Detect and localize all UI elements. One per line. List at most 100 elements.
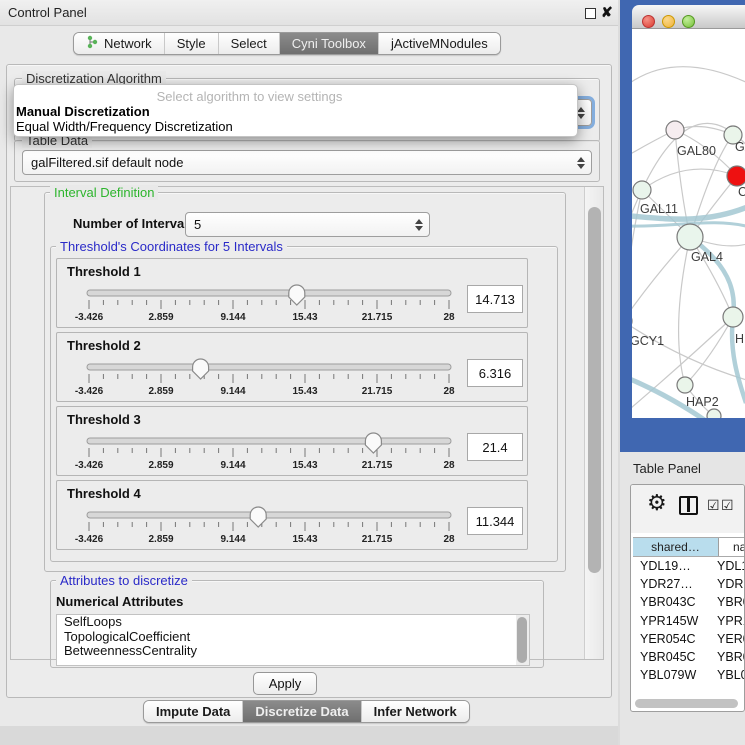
network-node[interactable] [677,224,703,250]
cell-shared-name[interactable]: YER054C [633,632,709,646]
network-node[interactable] [727,166,745,186]
table-row[interactable]: YDL19…YDL1 [633,557,745,575]
slider-tick-label: 9.144 [220,386,245,397]
cell-name[interactable]: YBR0 [709,650,745,664]
tab-infer-network[interactable]: Infer Network [362,701,469,722]
network-edge[interactable] [642,169,737,190]
close-icon[interactable]: ✘ [601,4,613,21]
gear-icon[interactable]: ⚙ [647,490,667,516]
threshold-slider[interactable]: -3.4262.8599.14415.4321.71528 [69,505,469,547]
table-row[interactable]: YBR045CYBR0 [633,648,745,666]
combo-arrows-icon [577,100,585,125]
attribute-list-item[interactable]: SelfLoops [57,615,529,630]
slider-thumb[interactable] [365,433,381,453]
network-node[interactable] [707,409,721,418]
cell-shared-name[interactable]: YPR145W [633,614,709,628]
threshold-label: Threshold 4 [67,486,141,501]
threshold-slider[interactable]: -3.4262.8599.14415.4321.71528 [69,357,469,399]
tab-impute-data[interactable]: Impute Data [144,701,243,722]
column-header-name[interactable]: na [719,538,745,556]
threshold-value-field[interactable]: 21.4 [467,433,523,461]
table-data-value: galFiltered.sif default node [31,155,183,170]
maximize-traffic-icon[interactable] [682,15,695,28]
network-node-label: H [735,332,744,346]
threshold-slider[interactable]: -3.4262.8599.14415.4321.71528 [69,431,469,473]
network-window-titlebar[interactable] [632,5,745,29]
column-header-shared-name[interactable]: shared… [633,538,719,556]
tab-select[interactable]: Select [219,33,280,54]
cell-shared-name[interactable]: YDL19… [633,559,709,573]
slider-tick-label: -3.426 [75,312,104,323]
cell-name[interactable]: YER0 [709,632,745,646]
slider-tick-label: 21.715 [362,386,393,397]
table-row[interactable]: YDR27…YDR2 [633,575,745,593]
threshold-value-field[interactable]: 14.713 [467,285,523,313]
checkbox-icon[interactable]: ☑ [721,497,734,514]
main-scrollbar-thumb[interactable] [588,207,601,573]
slider-tick-label: 2.859 [148,312,173,323]
numerical-attributes-label: Numerical Attributes [56,594,183,609]
network-edge[interactable] [679,237,690,385]
close-traffic-icon[interactable] [642,15,655,28]
table-toolbar: ⚙ ☑ ☑ [631,485,744,533]
cell-name[interactable]: YDR2 [709,577,745,591]
apply-button[interactable]: Apply [253,672,317,695]
minimize-traffic-icon[interactable] [662,15,675,28]
num-intervals-combobox[interactable]: 5 [185,212,430,237]
network-edge[interactable] [685,317,733,385]
tab-discretize-data[interactable]: Discretize Data [243,701,361,722]
network-node[interactable] [666,121,684,139]
network-node[interactable] [677,377,693,393]
cell-name[interactable]: YDL1 [709,559,745,573]
table-row[interactable]: YPR145WYPR1 [633,612,745,630]
main-vertical-scrollbar[interactable] [584,187,603,659]
table-row[interactable]: YER054CYER0 [633,630,745,648]
tab-cyni-toolbox[interactable]: Cyni Toolbox [280,33,379,54]
dropdown-option[interactable]: Equal Width/Frequency Discretization [14,119,577,134]
table-row[interactable]: YBL079WYBL0 [633,666,745,682]
cell-name[interactable]: YPR1 [709,614,745,628]
threshold-value-field[interactable]: 6.316 [467,359,523,387]
slider-tick-label: -3.426 [75,460,104,471]
attributes-scrollbar-thumb[interactable] [517,617,527,663]
tab-label: Style [177,36,206,51]
cell-shared-name[interactable]: YBR043C [633,595,709,609]
network-edge[interactable] [632,237,690,321]
tab-jactivemnodules[interactable]: jActiveMNodules [379,33,500,54]
split-columns-icon[interactable] [679,496,698,515]
dropdown-option[interactable]: Manual Discretization [14,104,577,119]
table-horizontal-scrollbar[interactable] [635,699,738,708]
slider-thumb[interactable] [289,285,305,305]
threshold-value-field[interactable]: 11.344 [467,507,523,535]
slider-tick-label: 21.715 [362,460,393,471]
table-row[interactable]: YBR043CYBR0 [633,593,745,611]
threshold-slider[interactable]: -3.4262.8599.14415.4321.71528 [69,283,469,325]
network-canvas[interactable]: GAL80GACGAL11GAL4HGCY1HAP2 [632,29,745,418]
attribute-list-item[interactable]: BetweennessCentrality [57,644,529,659]
bottom-tab-bar: Impute DataDiscretize DataInfer Network [143,700,470,723]
network-node[interactable] [633,181,651,199]
cell-name[interactable]: YBL0 [709,668,745,682]
network-edge[interactable] [632,67,745,89]
cell-name[interactable]: YBR0 [709,595,745,609]
attributes-list[interactable]: SelfLoopsTopologicalCoefficientBetweenne… [56,614,530,666]
checkbox-icon[interactable]: ☑ [707,497,720,514]
table-data-combobox[interactable]: galFiltered.sif default node [22,150,592,175]
threshold-label: Threshold 2 [67,338,141,353]
node-table: ⚙ ☑ ☑ shared… na YDL19…YDL1YDR27…YDR2YBR… [630,484,745,712]
network-node[interactable] [723,307,743,327]
slider-thumb[interactable] [250,507,266,527]
thresholds-group-label: Threshold's Coordinates for 5 Intervals [56,239,287,254]
cell-shared-name[interactable]: YBR045C [633,650,709,664]
tab-style[interactable]: Style [165,33,219,54]
cell-shared-name[interactable]: YBL079W [633,668,709,682]
network-edge[interactable] [632,321,745,381]
network-node-label: GAL11 [640,202,678,216]
attributes-scrollbar[interactable] [516,615,529,665]
attribute-list-item[interactable]: TopologicalCoefficient [57,630,529,645]
float-window-icon[interactable] [585,8,596,19]
slider-thumb[interactable] [193,359,209,379]
tab-network[interactable]: Network [74,33,165,54]
slider-tick-label: 9.144 [220,534,245,545]
cell-shared-name[interactable]: YDR27… [633,577,709,591]
